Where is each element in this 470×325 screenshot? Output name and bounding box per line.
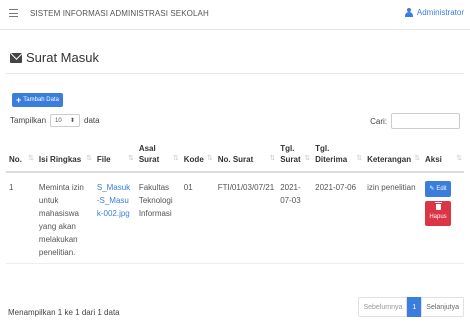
file-link[interactable]: S_Masuk-S_Masuk-002.jpg	[93, 172, 136, 264]
page-length-value: 10	[55, 117, 62, 124]
user-icon	[404, 8, 413, 17]
col-header[interactable]: Aksi ⇅	[422, 140, 464, 173]
cell-keterangan: izin penelitian	[364, 172, 422, 264]
app-title: SISTEM INFORMASI ADMINISTRASI SEKOLAH	[30, 9, 209, 18]
pencil-icon: ✎	[429, 185, 435, 192]
page-header: Surat Masuk	[10, 50, 99, 65]
sort-icon: ⇅	[206, 155, 213, 162]
add-data-label: Tambah Data	[23, 97, 59, 103]
plus-icon: +	[16, 94, 22, 105]
pagination: Sebelumnya 1 Selanjutya	[358, 297, 464, 317]
top-bar: SISTEM INFORMASI ADMINISTRASI SEKOLAH Ad…	[0, 0, 470, 30]
search-control: Cari:	[370, 113, 460, 129]
col-header[interactable]: Keterangan ⇅	[364, 140, 422, 173]
cell-kode: 01	[180, 172, 215, 264]
page-title: Surat Masuk	[26, 50, 99, 65]
show-suffix: data	[84, 116, 100, 125]
cell-no: 1	[6, 172, 36, 264]
page-length-select[interactable]: 10 ⬍	[50, 114, 81, 127]
search-input[interactable]	[391, 113, 460, 129]
col-header[interactable]: Kode ⇅	[180, 140, 215, 173]
table-info: Menampilkan 1 ke 1 dari 1 data	[8, 308, 120, 317]
col-header[interactable]: File ⇅	[93, 140, 136, 173]
table-header-row: No. ⇅ Isi Ringkas ⇅ File ⇅ Asal Surat ⇅ Kode…	[6, 140, 464, 173]
sort-icon: ⇅	[456, 155, 462, 162]
col-header[interactable]: Isi Ringkas ⇅	[35, 140, 94, 173]
select-arrows-icon: ⬍	[69, 118, 76, 124]
next-page-button[interactable]: Selanjutya	[421, 297, 464, 317]
sort-icon: ⇅	[172, 155, 179, 162]
show-label: Tampilkan	[10, 116, 47, 125]
sort-icon: ⇅	[356, 155, 363, 162]
menu-toggle-icon[interactable]	[9, 9, 18, 17]
envelope-icon	[10, 52, 22, 63]
sort-icon: ⇅	[85, 155, 92, 162]
col-header[interactable]: Tgl. Diterima ⇅	[312, 140, 365, 173]
search-label: Cari:	[370, 116, 387, 126]
sort-icon: ⇅	[304, 155, 311, 162]
edit-button[interactable]: ✎ Edit	[425, 181, 451, 197]
cell-tgl-surat: 2021-07-03	[277, 172, 313, 264]
cell-no-surat: FTI/01/03/07/21	[214, 172, 278, 264]
user-menu[interactable]: Administrator	[404, 8, 464, 17]
user-name: Administrator	[416, 8, 464, 17]
sort-icon: ⇅	[269, 155, 276, 162]
sort-icon: ⇅	[127, 155, 134, 162]
page-1-button[interactable]: 1	[407, 297, 422, 317]
cell-isi: Meminta izin untuk mahasiswa yang akan m…	[35, 172, 94, 264]
sort-icon: ⇅	[28, 155, 34, 162]
divider	[6, 73, 464, 74]
page-length-control: Tampilkan 10 ⬍ data	[10, 114, 100, 127]
data-table: No. ⇅ Isi Ringkas ⇅ File ⇅ Asal Surat ⇅ Kode…	[6, 140, 464, 264]
col-header[interactable]: Tgl. Surat ⇅	[277, 140, 313, 173]
cell-asal: Fakultas Teknologi Informasi	[135, 172, 181, 264]
col-header[interactable]: No. Surat ⇅	[214, 140, 278, 173]
prev-page-button[interactable]: Sebelumnya	[358, 297, 408, 317]
add-data-button[interactable]: + Tambah Data	[12, 93, 63, 107]
cell-aksi: ✎ Edit Hapus	[422, 172, 464, 264]
table-row: 1 Meminta izin untuk mahasiswa yang akan…	[6, 172, 464, 264]
sort-icon: ⇅	[414, 155, 420, 162]
col-header[interactable]: Asal Surat ⇅	[135, 140, 181, 173]
delete-button[interactable]: Hapus	[425, 201, 451, 226]
cell-tgl-diterima: 2021-07-06	[312, 172, 365, 264]
trash-icon	[434, 201, 442, 210]
col-header[interactable]: No. ⇅	[6, 140, 36, 173]
